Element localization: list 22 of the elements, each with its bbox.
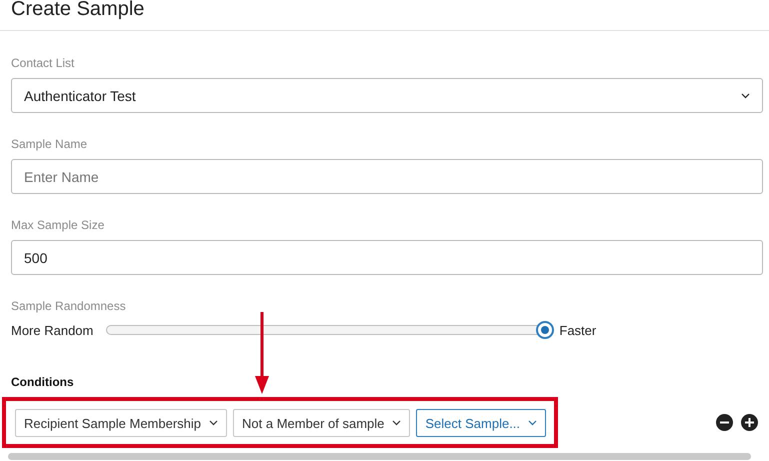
remove-icon[interactable]	[716, 414, 733, 431]
page-title: Create Sample	[0, 0, 769, 31]
chevron-down-icon	[209, 420, 218, 426]
chevron-down-icon	[741, 92, 750, 98]
slider-thumb[interactable]	[536, 321, 554, 339]
condition-dropdown[interactable]: Select Sample...	[416, 409, 546, 437]
field-label: Sample Name	[11, 137, 88, 151]
section-heading: Conditions	[11, 375, 75, 389]
scrollbar[interactable]	[8, 453, 751, 460]
slider-max-label: Faster	[559, 322, 596, 338]
chevron-down-icon	[392, 420, 402, 426]
chevron-down-icon	[528, 420, 538, 426]
field-label: Max Sample Size	[11, 218, 106, 232]
contact-list-dropdown[interactable]: Authenticator Test	[11, 78, 763, 113]
condition-dropdown[interactable]: Recipient Sample Membership	[15, 409, 228, 437]
field-label: Contact List	[11, 56, 76, 70]
slider-min-label: More Random	[11, 322, 94, 338]
input-field[interactable]: Enter Name	[11, 159, 763, 194]
input-field[interactable]: 500	[11, 240, 763, 275]
add-icon[interactable]	[741, 414, 758, 431]
condition-dropdown[interactable]: Not a Member of sample	[233, 409, 410, 437]
field-label: Sample Randomness	[11, 299, 127, 313]
